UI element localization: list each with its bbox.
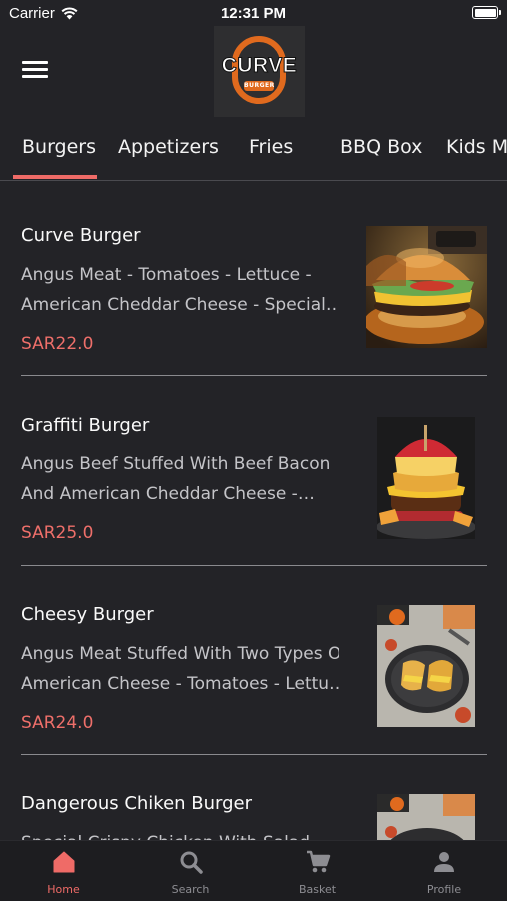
battery-icon — [472, 6, 501, 19]
tab-basket[interactable]: Basket — [254, 841, 381, 901]
curve-burger-image — [366, 226, 487, 348]
menu-item-graffiti-burger[interactable]: Graffiti Burger Angus Beef Stuffed With … — [0, 376, 507, 566]
category-tabs: Burgers Appetizers Fries BBQ Box Kids Me — [0, 128, 507, 181]
search-icon — [180, 851, 203, 874]
item-title: Curve Burger — [21, 225, 141, 246]
person-icon — [434, 852, 454, 872]
menu-list[interactable]: Curve Burger Angus Meat - Tomatoes - Let… — [0, 181, 507, 840]
cheesy-burger-image — [377, 605, 475, 727]
tab-basket-label: Basket — [298, 883, 337, 896]
tab-profile-label: Profile — [426, 883, 462, 896]
item-price: SAR24.0 — [21, 713, 94, 733]
menu-item-cheesy-burger[interactable]: Cheesy Burger Angus Meat Stuffed With Tw… — [0, 566, 507, 755]
tab-search[interactable]: Search — [127, 841, 254, 901]
menu-item-dangerous-chiken-burger[interactable]: Dangerous Chiken Burger Special Crispy C… — [0, 755, 507, 840]
item-description-line1: Angus Meat - Tomatoes - Lettuce - — [21, 265, 312, 285]
item-description: Angus Beef Stuffed With Beef Bacon And A… — [21, 449, 339, 509]
tab-home[interactable]: Home — [0, 841, 127, 901]
item-description-line1: Angus Meat Stuffed With Two Types Of — [21, 644, 339, 664]
item-description: Angus Meat Stuffed With Two Types Of Ame… — [21, 639, 339, 699]
item-title: Cheesy Burger — [21, 604, 154, 625]
item-price: SAR25.0 — [21, 523, 94, 543]
item-description-line2: American Cheddar Cheese - Special… — [21, 295, 339, 315]
tab-fries[interactable]: Fries — [249, 136, 293, 158]
status-time: 12:31 PM — [220, 5, 287, 22]
item-title: Dangerous Chiken Burger — [21, 793, 253, 814]
app-header: CURVE BURGER — [0, 26, 507, 118]
item-description-line1: Special Crispy Chicken With Salad — [21, 828, 339, 840]
cart-icon — [306, 850, 330, 873]
home-icon — [53, 851, 74, 873]
menu-item-curve-burger[interactable]: Curve Burger Angus Meat - Tomatoes - Let… — [0, 181, 507, 376]
item-title: Graffiti Burger — [21, 415, 150, 436]
graffiti-burger-image — [377, 417, 475, 539]
logo-text: CURVE — [221, 54, 298, 78]
bottom-tab-bar: Home Search Basket Profile — [0, 840, 507, 901]
tab-search-label: Search — [171, 883, 210, 896]
curve-burger-logo: CURVE BURGER — [214, 26, 305, 117]
tab-appetizers[interactable]: Appetizers — [118, 136, 219, 158]
tab-bbq-box[interactable]: BBQ Box — [340, 136, 422, 158]
status-bar: Carrier 12:31 PM — [0, 0, 507, 26]
dangerous-chiken-burger-image — [377, 794, 475, 840]
tab-kids-meal[interactable]: Kids Me — [446, 136, 507, 158]
tab-home-label: Home — [47, 883, 80, 896]
tab-burgers[interactable]: Burgers — [22, 136, 96, 158]
item-price: SAR22.0 — [21, 334, 94, 354]
item-description-line1: Angus Beef Stuffed With Beef Bacon — [21, 454, 331, 474]
item-description: Angus Meat - Tomatoes - Lettuce - Americ… — [21, 260, 339, 320]
tab-profile[interactable]: Profile — [381, 841, 507, 901]
item-description-line2: And American Cheddar Cheese -… — [21, 484, 315, 504]
selected-tab-indicator — [13, 175, 97, 179]
item-description: Special Crispy Chicken With Salad — [21, 828, 339, 840]
hamburger-menu-icon[interactable] — [22, 61, 48, 81]
logo-subtext: BURGER — [244, 81, 275, 91]
item-description-line2: American Cheese - Tomatoes - Lettu… — [21, 674, 339, 694]
battery-level — [474, 8, 496, 17]
